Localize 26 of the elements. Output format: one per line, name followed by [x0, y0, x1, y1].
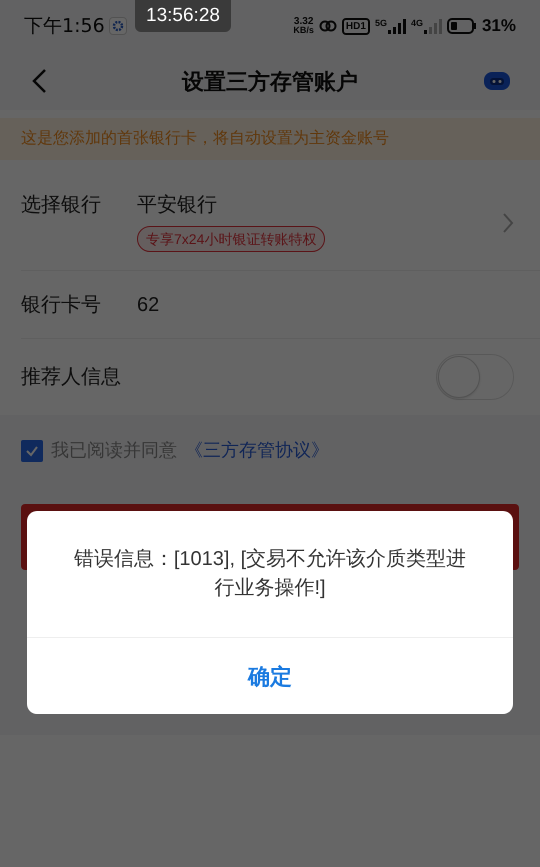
agree-checkbox[interactable]	[21, 440, 43, 462]
error-message: 错误信息：[1013], [交易不允许该介质类型进行业务操作!]	[72, 547, 468, 601]
network-type: 5G	[374, 18, 387, 28]
battery-percent: 31%	[482, 15, 516, 38]
signal-icon	[424, 18, 442, 34]
network-speed: 3.32	[294, 17, 314, 26]
promo-tag: 专享7x24小时银证转账特权	[137, 226, 326, 252]
battery-icon	[446, 18, 477, 34]
notice-text: 这是您添加的首张银行卡，将自动设置为主资金账号	[21, 128, 389, 149]
field-label: 银行卡号	[21, 292, 102, 318]
chevron-right-icon[interactable]	[502, 212, 514, 234]
field-label: 推荐人信息	[21, 365, 121, 390]
gear-icon	[108, 17, 127, 35]
bank-value[interactable]: 平安银行	[137, 190, 217, 220]
link-icon	[318, 19, 337, 33]
field-label: 选择银行	[21, 193, 102, 218]
agreement-link[interactable]: 《三方存管协议》	[185, 437, 329, 464]
card-number-field[interactable]: 62	[137, 290, 514, 320]
clock-toast: 13:56:28	[135, 0, 231, 32]
network-speed-unit: KB/s	[293, 26, 314, 35]
status-time: 下午1:56	[24, 14, 105, 39]
network-type: 4G	[410, 18, 423, 28]
hd-badge: HD1	[342, 18, 370, 34]
confirm-button[interactable]: 确定	[27, 638, 513, 714]
signal-icon	[388, 18, 406, 34]
page-title: 设置三方存管账户	[182, 68, 358, 96]
